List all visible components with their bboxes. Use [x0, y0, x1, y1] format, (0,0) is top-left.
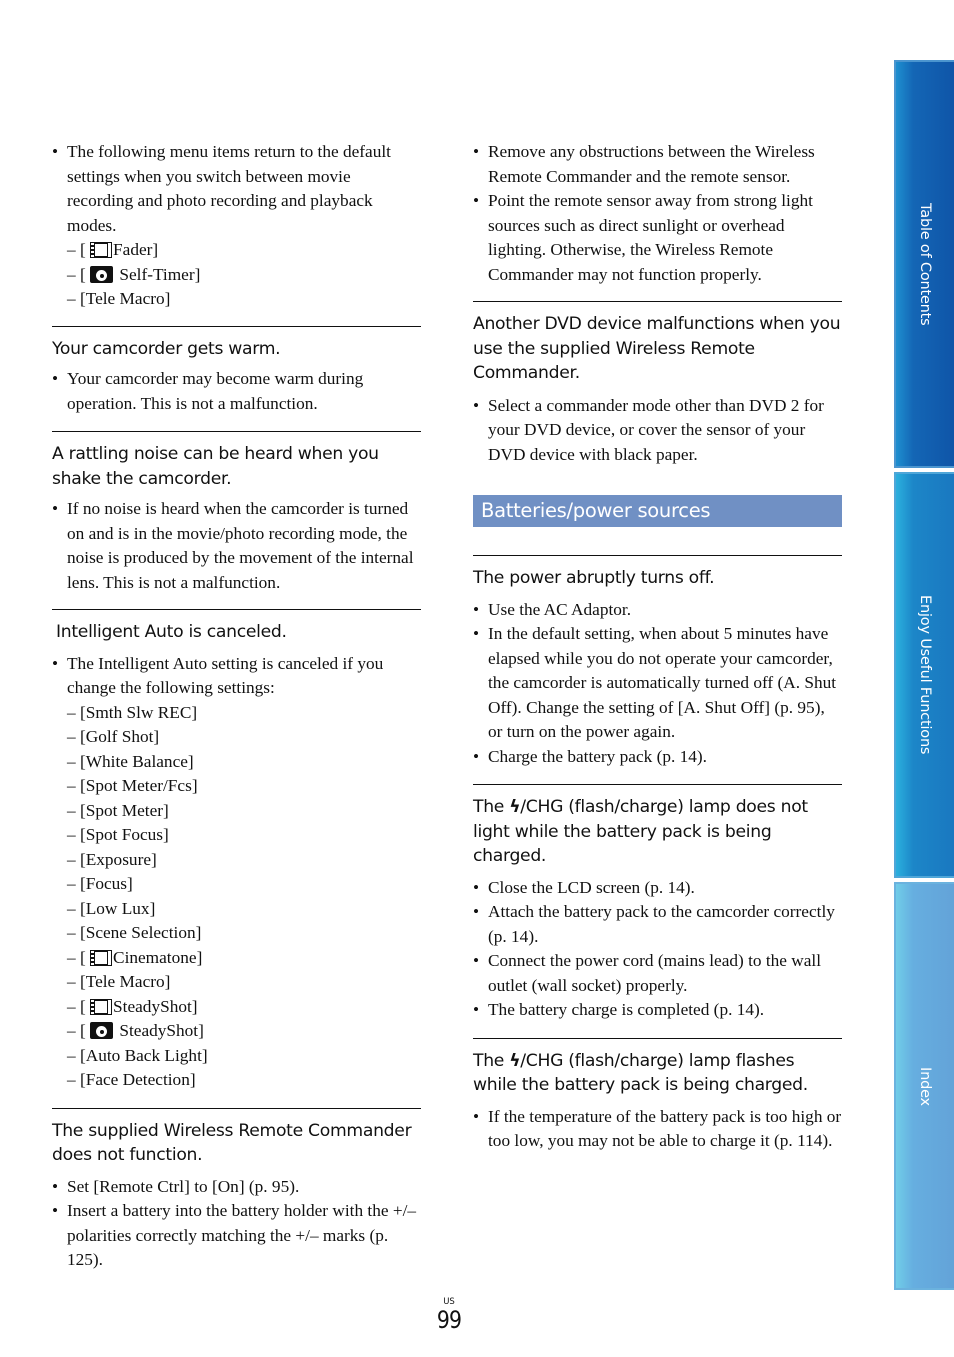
sub-item: – [Golf Shot] — [67, 727, 160, 746]
sub-item: – [Auto Back Light] — [67, 1045, 208, 1065]
divider — [473, 301, 842, 302]
sub-item: – [ SteadyShot] — [67, 1021, 204, 1040]
sub-item: – [ Cinematone] — [67, 947, 203, 967]
film-icon — [90, 242, 113, 258]
list-item: Connect the power cord (mains lead) to t… — [473, 949, 842, 998]
sub-item: – [ Fader] — [67, 240, 159, 259]
list-item: Close the LCD screen (p. 14). — [473, 876, 842, 901]
section-heading: Another DVD device malfunctions when you… — [473, 314, 841, 383]
list-item: Select a commander mode other than DVD 2… — [473, 394, 842, 468]
sub-item: – [Low Lux] — [67, 898, 156, 918]
list-item: Attach the battery pack to the camcorder… — [473, 900, 842, 949]
list-item: Insert a battery into the battery holder… — [52, 1199, 421, 1273]
bullet-list: If the temperature of the battery pack i… — [473, 1105, 842, 1154]
section-heading: The ϟ/CHG (flash/charge) lamp does not l… — [473, 797, 808, 866]
section-heading: The supplied Wireless Remote Commander d… — [52, 1120, 412, 1166]
section-heading: Your camcorder gets warm. — [52, 338, 281, 359]
flash-icon: ϟ — [509, 1050, 521, 1071]
bullet-text: The following menu items return to the d… — [67, 142, 391, 235]
sub-item: – [Exposure] — [67, 849, 157, 869]
left-column: The following menu items return to the d… — [52, 140, 421, 1273]
bullet-list: Use the AC Adaptor. In the default setti… — [473, 598, 842, 770]
sub-item: – [Focus] — [67, 874, 133, 893]
film-icon — [90, 998, 113, 1015]
right-column: Remove any obstructions between the Wire… — [473, 140, 842, 1154]
sub-item: – [Spot Meter/Fcs] — [67, 776, 198, 795]
bullet-list: Your camcorder may become warm during op… — [52, 367, 421, 416]
divider — [52, 431, 421, 432]
page-number-value: 99 — [436, 1306, 462, 1334]
section-heading: The ϟ/CHG (flash/charge) lamp flashes wh… — [473, 1050, 808, 1096]
sub-item: – [Scene Selection] — [67, 923, 202, 942]
list-item: If no noise is heard when the camcorder … — [52, 497, 421, 595]
bullet-list: Set [Remote Ctrl] to [On] (p. 95). Inser… — [52, 1175, 421, 1273]
sub-item: – [Tele Macro] — [67, 972, 171, 991]
list-item: The following menu items return to the d… — [52, 140, 421, 312]
tab-table-of-contents[interactable]: Table of Contents — [894, 60, 954, 468]
bullet-list: Close the LCD screen (p. 14). Attach the… — [473, 876, 842, 1023]
list-item: Set [Remote Ctrl] to [On] (p. 95). — [52, 1175, 421, 1200]
sub-item: – [Tele Macro] — [67, 289, 171, 308]
sub-item: – [Smth Slw REC] — [67, 702, 198, 722]
divider — [52, 609, 421, 610]
sub-item: – [ Self-Timer] — [67, 264, 201, 284]
camera-icon — [90, 1022, 114, 1039]
page-number: US 99 — [434, 1297, 464, 1333]
sub-item: – [Face Detection] — [67, 1070, 196, 1089]
divider — [473, 784, 842, 785]
film-icon — [90, 949, 113, 966]
section-heading: A rattling noise can be heard when you s… — [52, 444, 379, 489]
bullet-list: If no noise is heard when the camcorder … — [52, 497, 421, 595]
divider — [52, 325, 421, 327]
bullet-list: Select a commander mode other than DVD 2… — [473, 394, 842, 468]
tab-index[interactable]: Index — [894, 882, 954, 1290]
intro-list: The following menu items return to the d… — [52, 140, 421, 312]
divider — [52, 1107, 421, 1109]
divider — [473, 555, 842, 556]
side-navigation: Table of Contents Enjoy Useful Functions… — [894, 60, 954, 1290]
bullet-list: Remove any obstructions between the Wire… — [473, 140, 842, 287]
sub-item: – [Spot Meter] — [67, 800, 169, 820]
flash-icon: ϟ — [509, 797, 521, 817]
camera-icon — [90, 265, 114, 283]
list-item: Point the remote sensor away from strong… — [473, 189, 842, 287]
bullet-list: The Intelligent Auto setting is canceled… — [52, 652, 421, 1093]
sub-item: – [Spot Focus] — [67, 825, 169, 844]
list-item: The Intelligent Auto setting is canceled… — [52, 652, 421, 1093]
list-item: The battery charge is completed (p. 14). — [473, 998, 842, 1023]
section-title-bar: Batteries/power sources — [473, 495, 842, 527]
divider — [473, 1037, 842, 1039]
list-item: In the default setting, when about 5 min… — [473, 622, 842, 745]
list-item: If the temperature of the battery pack i… — [473, 1105, 842, 1154]
sub-item: – [ SteadyShot] — [67, 996, 198, 1016]
list-item: Remove any obstructions between the Wire… — [473, 140, 842, 189]
list-item: Your camcorder may become warm during op… — [52, 367, 421, 416]
sub-item: – [White Balance] — [67, 751, 194, 771]
tab-enjoy-useful-functions[interactable]: Enjoy Useful Functions — [894, 472, 954, 878]
section-heading: Intelligent Auto is canceled. — [56, 622, 287, 642]
section-heading: The power abruptly turns off. — [473, 568, 715, 588]
list-item: Use the AC Adaptor. — [473, 598, 842, 623]
list-item: Charge the battery pack (p. 14). — [473, 745, 842, 770]
